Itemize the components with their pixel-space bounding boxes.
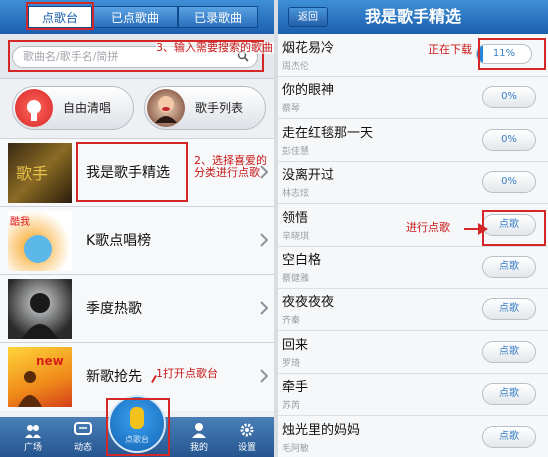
song-row[interactable]: 空白格蔡健雅 点歌 bbox=[278, 246, 548, 289]
nav-feed-label: 动态 bbox=[73, 443, 92, 453]
download-status-button[interactable]: 0% bbox=[482, 128, 536, 151]
singer-list-button[interactable]: 歌手列表 bbox=[144, 86, 266, 130]
category-title: K歌点唱榜 bbox=[86, 233, 152, 249]
free-sing-label: 自由清唱 bbox=[63, 101, 112, 115]
category-item-ktv-chart[interactable]: 酷我 K歌点唱榜 bbox=[0, 206, 274, 275]
song-row[interactable]: 烛光里的妈妈毛阿敏 点歌 bbox=[278, 416, 548, 457]
song-row[interactable]: 夜夜夜夜齐秦 点歌 bbox=[278, 288, 548, 332]
chevron-right-icon bbox=[260, 301, 268, 315]
tab-ordered-songs[interactable]: 已点歌曲 bbox=[92, 6, 178, 28]
highlight-station-button bbox=[106, 398, 170, 456]
annotation-downloading: 正在下载 bbox=[428, 43, 472, 56]
song-singer: 辛晓琪 bbox=[282, 231, 310, 242]
annotation-open-station: 1打开点歌台 bbox=[156, 367, 218, 380]
order-song-button[interactable]: 点歌 bbox=[482, 383, 536, 406]
svg-text:酷我: 酷我 bbox=[10, 216, 30, 228]
order-song-button[interactable]: 点歌 bbox=[482, 340, 536, 363]
user-icon bbox=[192, 423, 206, 438]
ktv-chart-thumbnail: 酷我 bbox=[8, 211, 72, 271]
annotation-category: 2、选择喜爱的分类进行点歌 bbox=[194, 154, 267, 179]
song-title: 没离开过 bbox=[282, 168, 335, 184]
highlight-category bbox=[76, 142, 188, 202]
nav-plaza[interactable]: 广场 bbox=[8, 417, 58, 457]
new-songs-thumbnail: new bbox=[8, 347, 72, 407]
song-title: 空白格 bbox=[282, 253, 322, 268]
song-row[interactable]: 没离开过林志炫 0% bbox=[278, 161, 548, 205]
song-title: 夜夜夜夜 bbox=[282, 295, 335, 311]
title-bar: 我是歌手精选 返回 bbox=[278, 0, 548, 34]
song-singer: 周杰伦 bbox=[282, 62, 310, 72]
seasonal-hits-thumbnail bbox=[8, 279, 72, 339]
singer-selection-screen: 我是歌手精选 返回 烟花易冷 周杰伦 11% 你的眼神 蔡琴 0% 走在红毯那一天 彭佳慧 0%… bbox=[278, 0, 548, 457]
annotation-order: 进行点歌 bbox=[406, 221, 450, 234]
svg-text:new: new bbox=[36, 354, 64, 368]
chevron-right-icon bbox=[260, 233, 268, 247]
plaza-icon bbox=[25, 425, 41, 438]
back-button[interactable]: 返回 bbox=[288, 7, 328, 27]
download-status-button[interactable]: 0% bbox=[482, 171, 536, 194]
song-station-screen: 点歌台 已点歌曲 已录歌曲 歌曲名/歌手名/简拼 3、输入需要搜索的歌曲 自由清… bbox=[0, 0, 274, 457]
annotation-search: 3、输入需要搜索的歌曲 bbox=[156, 41, 274, 54]
order-song-button[interactable]: 点歌 bbox=[482, 425, 536, 448]
order-song-button[interactable]: 点歌 bbox=[482, 298, 536, 321]
nav-mine-label: 我的 bbox=[189, 443, 208, 453]
song-title: 回来 bbox=[282, 337, 309, 353]
gear-icon bbox=[240, 423, 254, 437]
feed-icon bbox=[74, 422, 92, 435]
nav-settings-label: 设置 bbox=[237, 443, 256, 453]
song-singer: 齐秦 bbox=[282, 316, 301, 327]
song-title: 烛光里的妈妈 bbox=[282, 422, 361, 438]
category-title: 季度热歌 bbox=[86, 301, 142, 317]
free-sing-icon bbox=[15, 89, 53, 127]
song-singer: 苏芮 bbox=[282, 401, 301, 412]
song-singer: 蔡健雅 bbox=[282, 274, 310, 284]
song-title: 烟花易冷 bbox=[282, 41, 335, 56]
song-title: 走在红毯那一天 bbox=[282, 125, 374, 141]
song-title: 领悟 bbox=[282, 210, 309, 226]
highlight-order-button bbox=[482, 210, 546, 246]
song-title: 牵手 bbox=[282, 380, 309, 396]
download-status-button[interactable]: 0% bbox=[482, 86, 536, 109]
nav-mine[interactable]: 我的 bbox=[174, 417, 224, 457]
order-song-button[interactable]: 点歌 bbox=[482, 256, 536, 278]
chevron-right-icon bbox=[260, 369, 268, 383]
nav-feed[interactable]: 动态 bbox=[58, 417, 108, 457]
free-sing-button[interactable]: 自由清唱 bbox=[12, 86, 134, 130]
tab-recorded-songs[interactable]: 已录歌曲 bbox=[178, 6, 258, 28]
nav-plaza-label: 广场 bbox=[23, 443, 42, 453]
song-singer: 蔡琴 bbox=[282, 104, 301, 115]
highlight-progress bbox=[478, 38, 546, 70]
highlight-tab bbox=[26, 2, 94, 30]
song-row[interactable]: 走在红毯那一天彭佳慧 0% bbox=[278, 119, 548, 162]
singer-selection-thumbnail: 歌手 bbox=[8, 143, 72, 203]
song-title: 你的眼神 bbox=[282, 83, 335, 99]
song-row[interactable]: 你的眼神蔡琴 0% bbox=[278, 76, 548, 120]
song-singer: 罗琦 bbox=[282, 358, 301, 369]
singer-list-label: 歌手列表 bbox=[195, 101, 244, 115]
song-singer: 毛阿敏 bbox=[282, 443, 310, 454]
svg-text:歌手: 歌手 bbox=[16, 164, 48, 183]
song-row[interactable]: 牵手苏芮 点歌 bbox=[278, 373, 548, 417]
song-singer: 林志炫 bbox=[282, 189, 310, 200]
nav-settings[interactable]: 设置 bbox=[222, 417, 272, 457]
song-row[interactable]: 回来罗琦 点歌 bbox=[278, 331, 548, 374]
category-item-seasonal-hits[interactable]: 季度热歌 bbox=[0, 274, 274, 343]
singer-list-icon bbox=[147, 89, 185, 127]
song-singer: 彭佳慧 bbox=[282, 146, 310, 157]
